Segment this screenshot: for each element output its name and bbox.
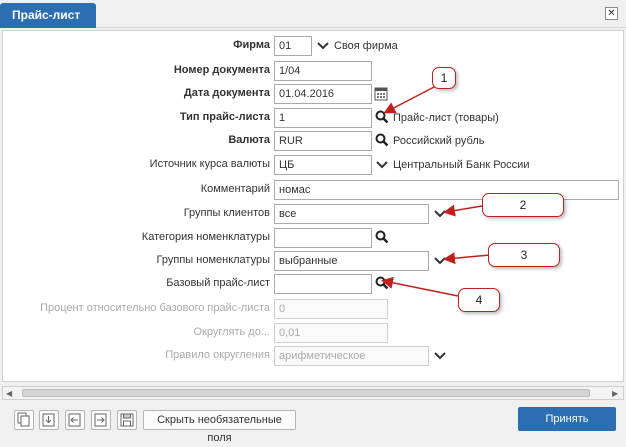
callout-3: 3 xyxy=(488,243,560,267)
scrollbar-thumb[interactable] xyxy=(22,389,590,397)
price-type-name: Прайс-лист (товары) xyxy=(393,112,499,124)
chevron-down-icon[interactable] xyxy=(433,349,447,363)
firm-name: Своя фирма xyxy=(334,40,398,52)
client-groups-label: Группы клиентов xyxy=(183,207,270,219)
arrow-left-doc-icon xyxy=(68,413,81,427)
export-left-button[interactable] xyxy=(65,410,85,430)
import-button[interactable] xyxy=(39,410,59,430)
doc-date-input[interactable] xyxy=(274,84,372,104)
chevron-down-icon[interactable] xyxy=(433,207,447,221)
base-price-input[interactable] xyxy=(274,274,372,294)
close-button[interactable]: ✕ xyxy=(605,7,618,20)
search-icon[interactable] xyxy=(375,230,389,244)
chevron-down-icon[interactable] xyxy=(433,254,447,268)
rate-source-label: Источник курса валюты xyxy=(149,158,270,170)
currency-name: Российский рубль xyxy=(393,135,485,147)
price-type-input[interactable] xyxy=(274,108,372,128)
client-groups-select[interactable] xyxy=(274,204,429,224)
export-right-button[interactable] xyxy=(91,410,111,430)
callout-2: 2 xyxy=(482,193,564,217)
save-icon xyxy=(120,413,134,427)
search-icon[interactable] xyxy=(375,133,389,147)
percent-base-label: Процент относительно базового прайс-лист… xyxy=(40,302,270,314)
firm-label: Фирма xyxy=(233,39,270,51)
round-rule-label: Правило округления xyxy=(165,349,270,361)
nom-groups-label: Группы номенклатуры xyxy=(156,254,270,266)
nom-category-input[interactable] xyxy=(274,228,372,248)
doc-number-input[interactable] xyxy=(274,61,372,81)
search-icon[interactable] xyxy=(375,276,389,290)
rate-source-input[interactable] xyxy=(274,155,372,175)
arrow-right-doc-icon xyxy=(94,413,107,427)
round-to-input[interactable] xyxy=(274,323,388,343)
scroll-left-icon[interactable]: ◀ xyxy=(6,389,12,398)
copy-button[interactable] xyxy=(14,410,34,430)
callout-4: 4 xyxy=(458,288,500,312)
copy-icon xyxy=(17,412,30,427)
chevron-down-icon[interactable] xyxy=(316,39,330,53)
search-icon[interactable] xyxy=(375,110,389,124)
tab-price-list[interactable]: Прайс-лист xyxy=(0,3,96,28)
doc-number-label: Номер документа xyxy=(173,64,270,76)
round-rule-select[interactable] xyxy=(274,346,429,366)
accept-button[interactable]: Принять xyxy=(518,407,616,431)
save-button[interactable] xyxy=(117,410,137,430)
percent-base-input[interactable] xyxy=(274,299,388,319)
firm-input[interactable] xyxy=(274,36,312,56)
base-price-label: Базовый прайс-лист xyxy=(166,277,270,289)
rate-source-name: Центральный Банк России xyxy=(393,159,530,171)
nom-groups-select[interactable] xyxy=(274,251,429,271)
chevron-down-icon[interactable] xyxy=(375,158,389,172)
comment-input[interactable] xyxy=(274,180,619,200)
hide-optional-fields-button[interactable]: Скрыть необязательные поля xyxy=(143,410,296,444)
calendar-icon[interactable] xyxy=(374,86,388,101)
comment-label: Комментарий xyxy=(200,183,270,195)
price-type-label: Тип прайс-листа xyxy=(179,111,270,123)
nom-category-label: Категория номенклатуры xyxy=(141,231,270,243)
callout-1: 1 xyxy=(432,67,456,89)
import-icon xyxy=(42,413,55,427)
currency-input[interactable] xyxy=(274,131,372,151)
currency-label: Валюта xyxy=(228,134,270,146)
round-to-label: Округлять до... xyxy=(193,326,270,338)
doc-date-label: Дата документа xyxy=(183,87,270,99)
scroll-right-icon[interactable]: ▶ xyxy=(612,389,618,398)
